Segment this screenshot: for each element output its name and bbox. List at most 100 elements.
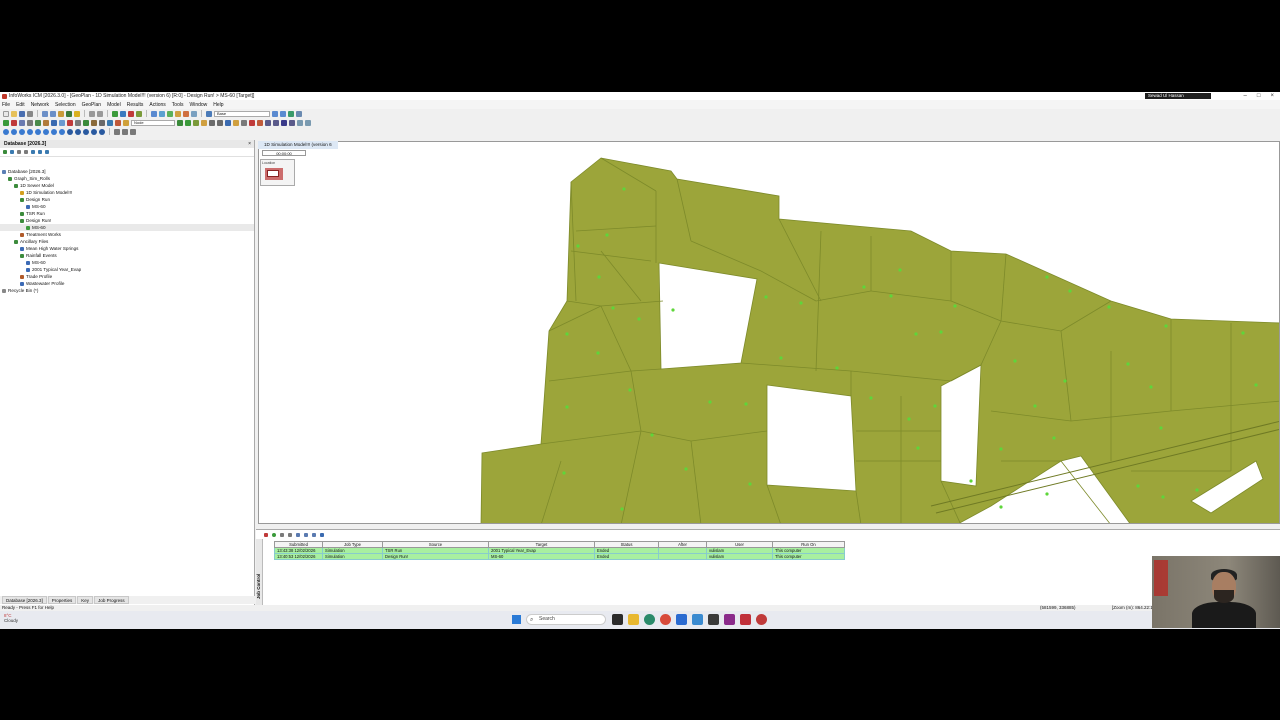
menu-actions[interactable]: Actions	[149, 102, 165, 108]
manhole-node[interactable]	[1013, 359, 1017, 363]
locator-viewport[interactable]	[267, 170, 279, 177]
settings-icon[interactable]	[122, 128, 128, 135]
manhole-node[interactable]	[1241, 331, 1245, 335]
manhole-node[interactable]	[953, 304, 957, 308]
pencil-icon[interactable]	[193, 119, 199, 126]
manhole-node[interactable]	[889, 294, 893, 298]
go-to-end-icon[interactable]	[59, 128, 65, 135]
geoplan-time-field[interactable]: 00:00:00	[262, 150, 306, 156]
manhole-node[interactable]	[1107, 305, 1111, 309]
cancel-job-icon[interactable]	[264, 533, 268, 537]
locator-window[interactable]: Location	[260, 159, 295, 186]
geoplan-icon[interactable]	[151, 110, 157, 117]
manhole-node[interactable]	[576, 244, 580, 248]
copy-icon[interactable]	[50, 110, 56, 117]
export-icon[interactable]	[297, 119, 303, 126]
validate-icon[interactable]	[66, 110, 72, 117]
tree-item[interactable]: Trade Profile	[0, 273, 254, 280]
map-gap[interactable]	[940, 364, 982, 487]
manhole-node[interactable]	[684, 467, 688, 471]
onenote-icon[interactable]	[724, 614, 735, 625]
tree-item[interactable]: MS-60	[0, 259, 254, 266]
manhole-node[interactable]	[1159, 426, 1163, 430]
new-icon[interactable]	[3, 110, 9, 117]
store-icon[interactable]	[692, 614, 703, 625]
statistics-icon[interactable]	[289, 119, 295, 126]
menu-window[interactable]: Window	[189, 102, 207, 108]
manhole-node[interactable]	[999, 505, 1003, 509]
bookmark-icon[interactable]	[233, 119, 239, 126]
pause-icon[interactable]	[19, 128, 25, 135]
open-icon[interactable]	[11, 110, 17, 117]
tab-job-progress[interactable]: Job Progress	[94, 596, 129, 604]
longsection-icon[interactable]	[273, 119, 279, 126]
stop-icon[interactable]	[128, 110, 134, 117]
manhole-node[interactable]	[779, 356, 783, 360]
subcatchment-tool-icon[interactable]	[51, 119, 57, 126]
check-network-icon[interactable]	[177, 119, 183, 126]
new-item-icon[interactable]	[3, 150, 7, 154]
import-icon[interactable]	[305, 119, 311, 126]
profile-icon[interactable]	[175, 110, 181, 117]
label-icon[interactable]	[280, 110, 286, 117]
manhole-node[interactable]	[916, 446, 920, 450]
tree-item[interactable]: MS-60	[0, 224, 254, 231]
print-icon[interactable]	[27, 110, 33, 117]
step-back-icon[interactable]	[11, 128, 17, 135]
deselect-icon[interactable]	[115, 119, 121, 126]
tree-item[interactable]: Recycle Bin (*)	[0, 287, 254, 294]
outlook-icon[interactable]	[676, 614, 687, 625]
check-icon[interactable]	[3, 119, 9, 126]
manhole-node[interactable]	[562, 471, 566, 475]
table-results-icon[interactable]	[281, 119, 287, 126]
manhole-node[interactable]	[1126, 362, 1130, 366]
manhole-node[interactable]	[596, 351, 600, 355]
manhole-node[interactable]	[898, 268, 902, 272]
manhole-node[interactable]	[999, 447, 1003, 451]
manhole-node[interactable]	[1161, 495, 1165, 499]
window-layout-icon[interactable]	[130, 128, 136, 135]
recorder-icon[interactable]	[756, 614, 767, 625]
help-icon[interactable]	[74, 110, 80, 117]
close-button[interactable]: ×	[1270, 92, 1274, 100]
manhole-node[interactable]	[1254, 383, 1258, 387]
manhole-node[interactable]	[565, 332, 569, 336]
tree-item[interactable]: TSR Run	[0, 210, 254, 217]
undo-icon[interactable]	[89, 110, 95, 117]
tree-item[interactable]: Ancillary Files	[0, 238, 254, 245]
manhole-node[interactable]	[1052, 436, 1056, 440]
network-map[interactable]	[259, 142, 1280, 524]
file-explorer-icon[interactable]	[628, 614, 639, 625]
menu-tools[interactable]: Tools	[172, 102, 184, 108]
expand-icon[interactable]	[31, 150, 35, 154]
move-down-icon[interactable]	[304, 533, 308, 537]
tree-item[interactable]: Treatment Works	[0, 231, 254, 238]
graph-icon[interactable]	[167, 110, 173, 117]
properties-icon[interactable]	[27, 119, 33, 126]
sync-icon[interactable]	[99, 128, 105, 135]
manhole-node[interactable]	[1195, 488, 1199, 492]
maximize-button[interactable]: □	[1257, 92, 1261, 100]
theme-icon[interactable]	[272, 110, 278, 117]
menu-network[interactable]: Network	[31, 102, 49, 108]
tab-key[interactable]: Key	[77, 596, 94, 604]
tree-item[interactable]: Design Run	[0, 196, 254, 203]
start-job-icon[interactable]	[272, 533, 276, 537]
manhole-node[interactable]	[799, 301, 803, 305]
menu-help[interactable]: Help	[213, 102, 223, 108]
manhole-node[interactable]	[620, 507, 624, 511]
cut-icon[interactable]	[42, 110, 48, 117]
user-account-button[interactable]: Sewad Ul Hassan	[1145, 93, 1211, 99]
database-panel-close-button[interactable]: ×	[248, 140, 251, 148]
fast-forward-icon[interactable]	[51, 128, 57, 135]
manhole-node[interactable]	[637, 317, 641, 321]
flag-icon[interactable]	[67, 119, 73, 126]
zoom-in-icon[interactable]	[209, 119, 215, 126]
manhole-node[interactable]	[748, 482, 752, 486]
node-tool-icon[interactable]	[35, 119, 41, 126]
grid-view-icon[interactable]	[19, 119, 25, 126]
geoplan-tab[interactable]: 1D Simulation Model!!! (version 6	[258, 141, 338, 149]
tree-item[interactable]: 1D Sewer Model	[0, 182, 254, 189]
manhole-node[interactable]	[1068, 289, 1072, 293]
tree-item[interactable]: Wastewater Profile	[0, 280, 254, 287]
